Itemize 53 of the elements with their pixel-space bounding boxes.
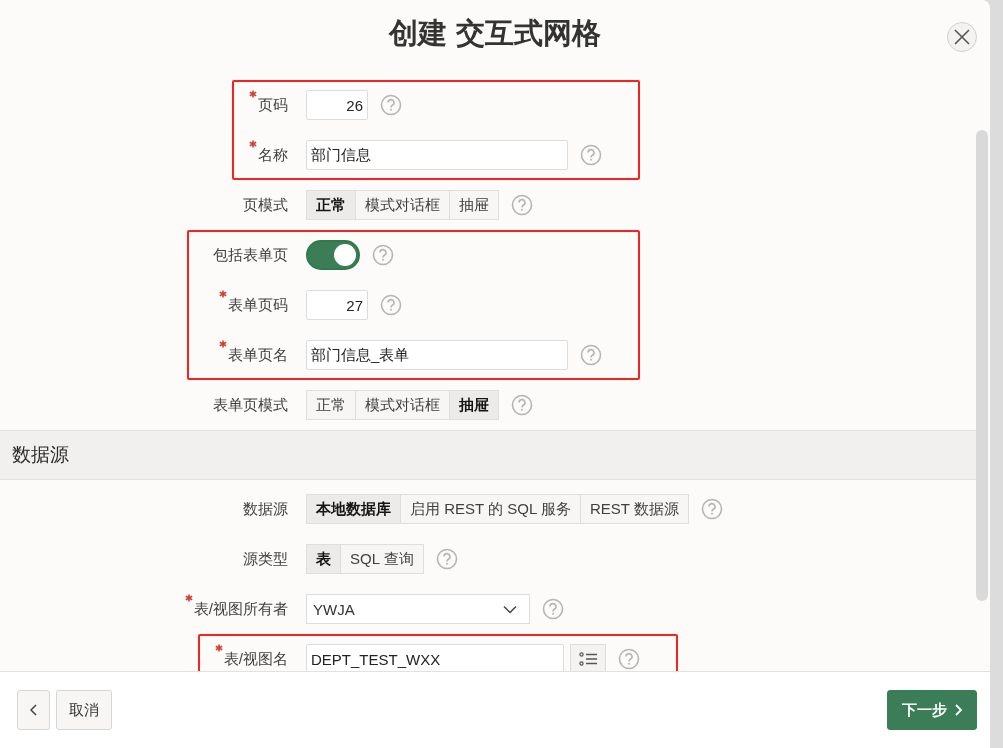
help-icon[interactable] (511, 394, 533, 416)
select-field[interactable]: YWJA (306, 594, 530, 624)
help-icon[interactable] (372, 244, 394, 266)
segment-option[interactable]: SQL 查询 (340, 544, 424, 574)
scrollbar[interactable] (976, 130, 988, 601)
chevron-down-icon (503, 604, 517, 614)
segment-option[interactable]: 正常 (306, 190, 356, 220)
number-field[interactable]: 27 (306, 290, 368, 320)
segment-option[interactable]: 正常 (306, 390, 356, 420)
help-icon[interactable] (380, 94, 402, 116)
segment-option[interactable]: REST 数据源 (579, 494, 689, 524)
list-icon (578, 652, 598, 666)
segment-option[interactable]: 抽屉 (449, 390, 499, 420)
field-label: 表单页码 (228, 295, 288, 315)
segment-option[interactable]: 本地数据库 (306, 494, 401, 524)
list-button[interactable] (570, 644, 606, 671)
segment-option[interactable]: 抽屉 (449, 190, 499, 220)
next-button[interactable]: 下一步 (887, 690, 977, 730)
field-label: 包括表单页 (213, 245, 288, 265)
segment-option[interactable]: 模式对话框 (355, 190, 450, 220)
help-icon[interactable] (511, 194, 533, 216)
help-icon[interactable] (580, 344, 602, 366)
close-icon (954, 29, 970, 45)
help-icon[interactable] (435, 548, 458, 570)
help-icon[interactable] (580, 144, 602, 166)
field-label: 表/视图名 (223, 649, 288, 669)
chevron-left-icon (30, 704, 37, 716)
help-icon[interactable] (380, 294, 402, 316)
field-label: 名称 (258, 145, 288, 165)
close-button[interactable] (947, 22, 977, 52)
segment-option[interactable]: 启用 REST 的 SQL 服务 (400, 494, 581, 524)
help-icon[interactable] (618, 648, 640, 670)
field-label: 数据源 (243, 499, 288, 519)
segment-option[interactable]: 表 (306, 544, 341, 574)
help-icon[interactable] (542, 598, 564, 620)
field-label: 页模式 (243, 195, 288, 215)
field-label: 表单页名 (228, 345, 288, 365)
section-header: 数据源 (0, 430, 976, 480)
text-field[interactable]: 部门信息_表单 (306, 340, 568, 370)
text-field[interactable]: DEPT_TEST_WXX (306, 644, 564, 671)
chevron-right-icon (955, 704, 962, 716)
cancel-button[interactable]: 取消 (56, 690, 112, 730)
field-label: 表/视图所有者 (193, 599, 288, 619)
field-label: 页码 (258, 95, 288, 115)
help-icon[interactable] (700, 498, 723, 520)
back-button[interactable] (17, 690, 50, 730)
toggle-switch[interactable] (306, 240, 360, 270)
text-field[interactable]: 部门信息 (306, 140, 568, 170)
segment-option[interactable]: 模式对话框 (355, 390, 450, 420)
field-label: 源类型 (243, 549, 288, 569)
number-field[interactable]: 26 (306, 90, 368, 120)
field-label: 表单页模式 (213, 395, 288, 415)
dialog-title: 创建 交互式网格 (389, 16, 601, 51)
